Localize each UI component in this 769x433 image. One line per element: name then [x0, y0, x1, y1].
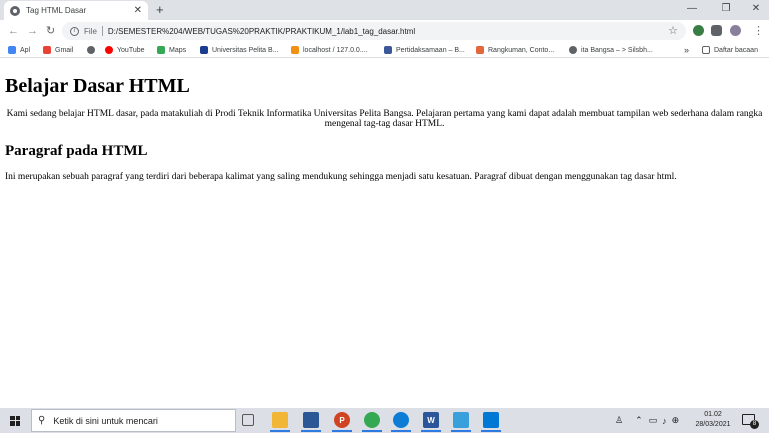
- notification-badge: 8: [750, 420, 759, 429]
- edge-icon[interactable]: [391, 412, 411, 432]
- bookmarks-bar: Apl Gmail YouTube Maps Universitas Pelit…: [0, 42, 769, 58]
- browser-toolbar: ← → ↻ i File D:/SEMESTER%204/WEB/TUGAS%2…: [0, 20, 769, 42]
- volume-icon[interactable]: ♪: [662, 416, 667, 426]
- powerpoint-icon[interactable]: P: [332, 412, 352, 432]
- chrome-icon[interactable]: [362, 412, 382, 432]
- bookmark-youtube[interactable]: YouTube: [105, 44, 145, 56]
- back-button[interactable]: ←: [8, 24, 19, 38]
- page-content: Belajar Dasar HTML Kami sedang belajar H…: [0, 59, 769, 408]
- clock-time: 01.02: [704, 411, 722, 418]
- reading-list-icon: [702, 46, 710, 54]
- url-text[interactable]: D:/SEMESTER%204/WEB/TUGAS%20PRAKTIK/PRAK…: [108, 27, 415, 36]
- maps-icon: [157, 46, 165, 54]
- browser-tab[interactable]: Tag HTML Dasar ✕: [4, 1, 148, 20]
- new-tab-button[interactable]: +: [156, 2, 164, 18]
- scheme-label: File: [84, 26, 97, 36]
- phpmyadmin-icon: [291, 46, 299, 54]
- store-icon[interactable]: [301, 412, 321, 432]
- bookmark-label: Gmail: [55, 46, 74, 54]
- taskbar-search[interactable]: ⚲ Ketik di sini untuk mencari: [31, 409, 236, 432]
- address-bar[interactable]: i File D:/SEMESTER%204/WEB/TUGAS%20PRAKT…: [62, 22, 686, 40]
- bookmark-label: localhost / 127.0.0....: [303, 46, 368, 54]
- chevron-up-icon[interactable]: ⌃: [635, 415, 643, 426]
- globe-icon: [569, 46, 577, 54]
- extension-icon[interactable]: [693, 25, 704, 36]
- intro-paragraph: Kami sedang belajar HTML dasar, pada mat…: [6, 109, 763, 129]
- minimize-button[interactable]: —: [685, 2, 699, 16]
- restore-button[interactable]: ❐: [719, 2, 733, 16]
- bookmark-pertidaksamaan[interactable]: Pertidaksamaan – B...: [384, 44, 465, 56]
- bookmark-localhost[interactable]: localhost / 127.0.0....: [291, 44, 368, 56]
- system-tray: ♙ ⌃ ▭ ♪ ⊕: [615, 408, 679, 433]
- search-placeholder: Ketik di sini untuk mencari: [53, 415, 158, 426]
- bookmark-apps[interactable]: Apl: [8, 44, 30, 56]
- bookmark-university[interactable]: Universitas Pelita B...: [200, 44, 279, 56]
- bookmark-label: Universitas Pelita B...: [212, 46, 279, 54]
- windows-logo-icon: [10, 415, 20, 426]
- reading-list-button[interactable]: Daftar bacaan: [702, 44, 758, 56]
- university-icon: [200, 46, 208, 54]
- forward-button[interactable]: →: [27, 24, 38, 38]
- profile-avatar-icon[interactable]: [730, 25, 741, 36]
- tab-close-icon[interactable]: ✕: [134, 5, 142, 16]
- bookmark-pelita-bangsa[interactable]: ita Bangsa – > Silsbh...: [569, 44, 653, 56]
- menu-icon[interactable]: ⋮: [753, 24, 764, 38]
- bookmark-label: Rangkuman, Conto...: [488, 46, 555, 54]
- monitor-icon[interactable]: [451, 412, 471, 432]
- page-heading: Belajar Dasar HTML: [5, 75, 190, 97]
- youtube-icon: [105, 46, 113, 54]
- section-heading: Paragraf pada HTML: [5, 143, 148, 159]
- people-icon[interactable]: ♙: [615, 415, 623, 426]
- bookmark-star-icon[interactable]: ☆: [668, 24, 678, 38]
- bookmark-label: YouTube: [117, 46, 145, 54]
- gmail-icon: [43, 46, 51, 54]
- clock[interactable]: 01.02 28/03/2021: [692, 410, 734, 430]
- vscode-icon[interactable]: [481, 412, 501, 432]
- tab-title: Tag HTML Dasar: [26, 6, 87, 15]
- bookmark-globe[interactable]: [87, 44, 99, 56]
- bookmark-label: Maps: [169, 46, 187, 54]
- body-paragraph: Ini merupakan sebuah paragraf yang terdi…: [5, 172, 677, 182]
- network-globe-icon[interactable]: ⊕: [672, 415, 680, 426]
- title-bar: Tag HTML Dasar ✕ + — ❐ ✕: [0, 0, 769, 20]
- globe-icon: [10, 5, 20, 16]
- taskbar: ⚲ Ketik di sini untuk mencari P W ♙ ⌃ ▭ …: [0, 408, 769, 433]
- bookmarks-more-button[interactable]: »: [684, 44, 689, 56]
- info-icon[interactable]: i: [70, 26, 79, 36]
- reload-button[interactable]: ↻: [46, 24, 55, 38]
- page-icon: [384, 46, 392, 54]
- file-explorer-icon[interactable]: [270, 412, 290, 432]
- start-button[interactable]: [0, 408, 30, 433]
- globe-icon: [87, 46, 95, 54]
- page-icon: [476, 46, 484, 54]
- reading-list-label: Daftar bacaan: [714, 46, 758, 54]
- apps-grid-icon: [8, 46, 16, 54]
- task-view-icon[interactable]: [242, 414, 254, 426]
- divider: [101, 26, 103, 36]
- word-icon[interactable]: W: [421, 412, 441, 432]
- bookmark-label: ita Bangsa – > Silsbh...: [581, 46, 653, 54]
- chevron-double-right-icon: »: [684, 45, 690, 55]
- notification-center-icon[interactable]: 8: [742, 414, 759, 429]
- bookmark-label: Apl: [20, 46, 31, 54]
- search-icon: ⚲: [38, 414, 46, 426]
- close-window-button[interactable]: ✕: [749, 2, 763, 16]
- bookmark-rangkuman[interactable]: Rangkuman, Conto...: [476, 44, 554, 56]
- battery-icon[interactable]: ▭: [649, 415, 658, 426]
- clock-date: 28/03/2021: [695, 421, 731, 428]
- bookmark-gmail[interactable]: Gmail: [43, 44, 73, 56]
- bookmark-label: Pertidaksamaan – B...: [396, 46, 465, 54]
- bookmark-maps[interactable]: Maps: [157, 44, 186, 56]
- puzzle-extensions-icon[interactable]: [711, 25, 722, 36]
